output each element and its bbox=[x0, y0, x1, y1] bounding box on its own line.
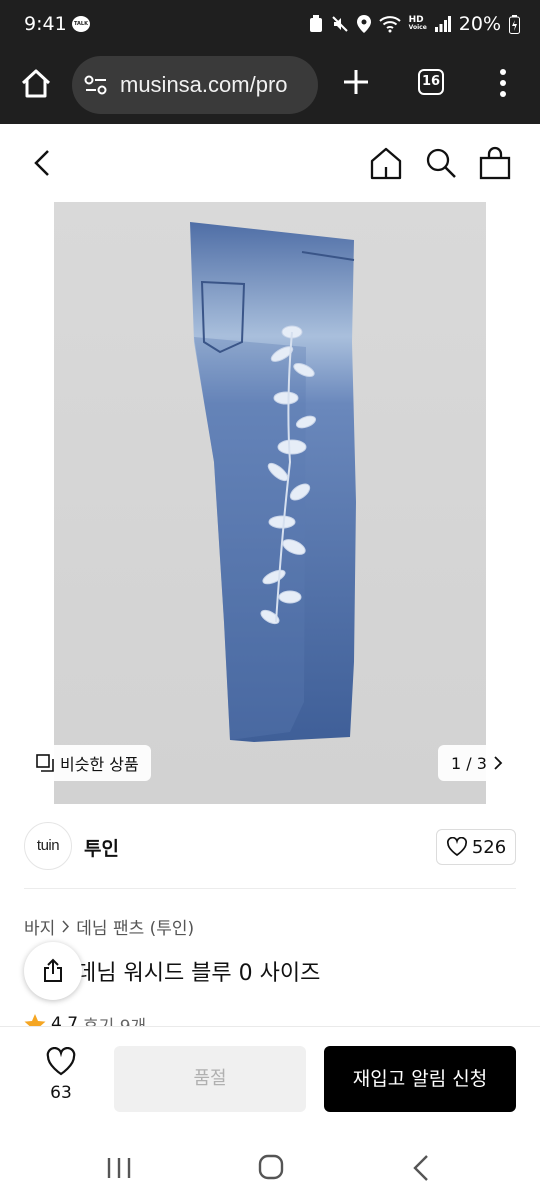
browser-home-icon[interactable] bbox=[18, 66, 54, 102]
new-tab-icon[interactable] bbox=[340, 66, 372, 98]
back-icon[interactable] bbox=[30, 148, 54, 178]
breadcrumb-subcategory[interactable]: 데님 팬츠 (투인) bbox=[76, 914, 194, 939]
purchase-bar: 63 품절 재입고 알림 신청 bbox=[0, 1026, 540, 1136]
wifi-icon bbox=[378, 16, 401, 33]
image-pager[interactable]: 1 / 3 bbox=[438, 745, 516, 781]
product-image[interactable] bbox=[54, 202, 486, 804]
brand-logo[interactable]: tuin bbox=[24, 822, 72, 870]
browser-toolbar: musinsa.com/pro 16 bbox=[0, 50, 540, 124]
soldout-button: 품절 bbox=[114, 1046, 306, 1112]
similar-products-button[interactable]: 비슷한 상품 bbox=[26, 745, 151, 781]
brand-like-button[interactable]: 526 bbox=[436, 829, 516, 865]
home-icon[interactable] bbox=[368, 146, 404, 180]
similar-products-icon bbox=[36, 754, 54, 772]
brand-row: tuin 투인 526 bbox=[0, 804, 540, 890]
address-bar[interactable]: musinsa.com/pro bbox=[72, 56, 318, 114]
status-time: 9:41 bbox=[24, 13, 67, 35]
chevron-right-icon bbox=[494, 756, 503, 770]
location-icon bbox=[356, 15, 371, 33]
chevron-right-icon bbox=[62, 920, 70, 933]
shopping-bag-icon[interactable] bbox=[478, 146, 512, 180]
system-back-icon[interactable] bbox=[412, 1154, 430, 1182]
nfc-icon bbox=[309, 15, 322, 32]
hd-label: HD bbox=[408, 15, 424, 25]
site-settings-icon[interactable] bbox=[84, 74, 108, 96]
breadcrumb: 바지 데님 팬츠 (투인) bbox=[24, 914, 194, 939]
system-home-icon[interactable] bbox=[258, 1154, 284, 1180]
status-bar: 9:41 TALK HD Voice 20% bbox=[0, 0, 540, 50]
brand-like-count: 526 bbox=[471, 836, 507, 858]
similar-products-label: 비슷한 상품 bbox=[60, 755, 139, 774]
tab-switcher-button[interactable]: 16 bbox=[418, 69, 444, 95]
battery-percent: 20% bbox=[458, 13, 501, 35]
heart-icon bbox=[46, 1046, 76, 1076]
heart-icon bbox=[446, 837, 467, 857]
app-header bbox=[0, 124, 540, 202]
battery-charging-icon bbox=[509, 14, 520, 34]
system-navigation-bar bbox=[0, 1136, 540, 1200]
breadcrumb-category[interactable]: 바지 bbox=[24, 914, 55, 939]
mute-icon bbox=[331, 16, 348, 32]
signal-icon bbox=[434, 16, 451, 32]
kakaotalk-notification-icon: TALK bbox=[72, 16, 90, 32]
product-title: 데님 워시드 블루 0 사이즈 bbox=[76, 961, 321, 986]
brand-name[interactable]: 투인 bbox=[84, 834, 119, 861]
hd-voice-indicator: HD Voice bbox=[409, 16, 427, 32]
share-icon bbox=[44, 958, 62, 982]
image-pager-text: 1 / 3 bbox=[451, 753, 487, 773]
url-text[interactable]: musinsa.com/pro bbox=[120, 72, 288, 98]
recent-apps-icon[interactable] bbox=[106, 1156, 132, 1180]
share-button[interactable] bbox=[24, 942, 82, 1000]
more-menu-icon[interactable] bbox=[496, 68, 510, 98]
divider bbox=[24, 888, 516, 889]
denim-jeans-image bbox=[190, 222, 356, 742]
wishlist-count: 63 bbox=[50, 1083, 72, 1103]
status-icons: HD Voice 20% bbox=[309, 13, 520, 35]
restock-alert-button[interactable]: 재입고 알림 신청 bbox=[324, 1046, 516, 1112]
search-icon[interactable] bbox=[424, 146, 458, 180]
wishlist-button[interactable]: 63 bbox=[38, 1046, 84, 1103]
voice-label: Voice bbox=[408, 24, 427, 31]
